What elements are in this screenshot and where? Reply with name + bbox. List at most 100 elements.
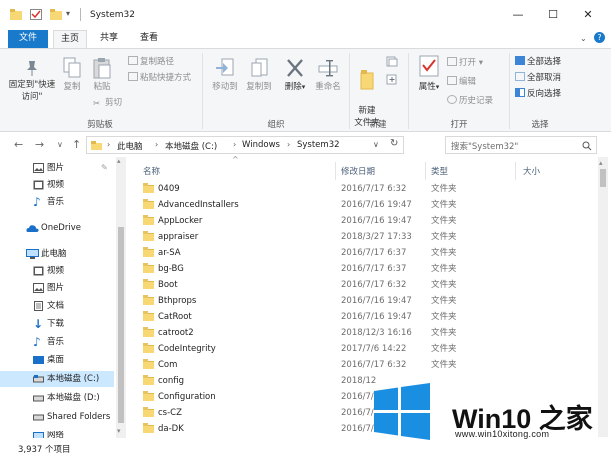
move-to-button[interactable]: 移动到 bbox=[208, 57, 242, 93]
easy-access-icon[interactable] bbox=[386, 74, 398, 85]
table-row[interactable]: catroot2 2018/12/3 16:16 文件夹 bbox=[137, 325, 597, 341]
copy-to-button[interactable]: 复制到 bbox=[242, 57, 276, 93]
table-row[interactable]: appraiser 2018/3/27 17:33 文件夹 bbox=[137, 229, 597, 245]
nav-pane-scrollbar[interactable]: ▴ ▾ bbox=[116, 157, 126, 438]
pin-icon[interactable]: ✎ bbox=[101, 160, 108, 176]
nav-item-music[interactable]: ♪ 音乐 bbox=[0, 194, 114, 210]
copy-button[interactable]: 复制 bbox=[58, 57, 86, 93]
breadcrumb-windows[interactable]: Windows bbox=[242, 140, 280, 150]
file-list-scroll-thumb[interactable] bbox=[600, 169, 606, 187]
scroll-up-icon[interactable]: ▴ bbox=[599, 159, 603, 167]
rename-button[interactable]: 重命名 bbox=[310, 57, 346, 93]
table-row[interactable]: Boot 2016/7/17 6:32 文件夹 bbox=[137, 277, 597, 293]
breadcrumb-separator-icon[interactable]: › bbox=[107, 140, 110, 149]
nav-item-shared-folders[interactable]: Shared Folders bbox=[0, 409, 114, 425]
nav-pane-scroll-thumb[interactable] bbox=[118, 227, 124, 423]
music-icon: ♪ bbox=[33, 195, 41, 209]
navigation-row: ← → ∨ ↑ › 此电脑 › 本地磁盘 (C:) › Windows › Sy… bbox=[0, 133, 611, 157]
forward-arrow-icon[interactable]: → bbox=[35, 138, 44, 151]
refresh-icon[interactable]: ↻ bbox=[390, 138, 398, 149]
history-button[interactable]: 历史记录 bbox=[447, 95, 493, 107]
scroll-down-icon[interactable]: ▾ bbox=[117, 427, 121, 435]
table-row[interactable]: bg-BG 2016/7/17 6:37 文件夹 bbox=[137, 261, 597, 277]
tab-share[interactable]: 共享 bbox=[92, 30, 126, 48]
collapse-ribbon-icon[interactable]: ⌄ bbox=[580, 34, 587, 43]
pin-quick-access-button[interactable]: 固定到"快速访问" bbox=[8, 59, 56, 103]
nav-item-videos[interactable]: 视频 bbox=[0, 177, 114, 193]
select-all-button[interactable]: 全部选择 bbox=[515, 56, 561, 68]
breadcrumb-separator-icon[interactable]: › bbox=[287, 140, 290, 149]
close-button[interactable]: ✕ bbox=[578, 6, 598, 24]
tab-home[interactable]: 主页 bbox=[53, 30, 87, 48]
breadcrumb-this-pc[interactable]: 此电脑 bbox=[117, 140, 143, 152]
nav-item-this-pc[interactable]: 此电脑 bbox=[0, 246, 114, 262]
downloads-icon: ↓ bbox=[33, 317, 44, 331]
new-folder-quick-icon[interactable] bbox=[50, 9, 62, 20]
breadcrumb-drive-c[interactable]: 本地磁盘 (C:) bbox=[165, 140, 217, 152]
back-arrow-icon[interactable]: ← bbox=[14, 138, 23, 151]
table-row[interactable]: AppLocker 2016/7/16 19:47 文件夹 bbox=[137, 213, 597, 229]
item-count: 3,937 个项目 bbox=[18, 445, 71, 455]
nav-item-desktop[interactable]: 桌面 bbox=[0, 352, 114, 368]
edit-button[interactable]: 编辑 bbox=[447, 76, 476, 88]
search-input[interactable]: 搜索"System32" bbox=[445, 136, 597, 154]
paste-button[interactable]: 粘贴 bbox=[88, 57, 116, 93]
nav-item-pictures[interactable]: 图片 bbox=[0, 280, 114, 296]
table-row[interactable]: CodeIntegrity 2017/7/6 14:22 文件夹 bbox=[137, 341, 597, 357]
navigation-pane: 图片 ✎ 视频 ♪ 音乐 OneDrive 此电脑 视频 图片 文档 ↓ 下载 ♪ 音乐… bbox=[0, 157, 127, 438]
divider[interactable] bbox=[425, 162, 426, 180]
search-icon[interactable] bbox=[582, 141, 592, 151]
column-size[interactable]: 大小 bbox=[523, 165, 540, 177]
properties-check-icon[interactable] bbox=[30, 9, 42, 20]
column-name[interactable]: 名称 bbox=[143, 165, 160, 177]
table-row[interactable]: Bthprops 2016/7/16 19:47 文件夹 bbox=[137, 293, 597, 309]
nav-item-drive-d[interactable]: 本地磁盘 (D:) bbox=[0, 390, 114, 406]
up-arrow-icon[interactable]: ↑ bbox=[72, 138, 81, 151]
tab-view[interactable]: 查看 bbox=[132, 30, 166, 48]
nav-item-onedrive[interactable]: OneDrive bbox=[0, 220, 114, 236]
tab-file[interactable]: 文件 bbox=[8, 30, 48, 48]
delete-label: 删除 bbox=[284, 82, 302, 92]
help-icon[interactable]: ? bbox=[594, 32, 605, 43]
table-row[interactable]: Com 2016/7/17 6:32 文件夹 bbox=[137, 357, 597, 373]
nav-item-downloads[interactable]: ↓ 下载 bbox=[0, 316, 114, 332]
column-type[interactable]: 类型 bbox=[431, 165, 448, 177]
copy-path-button[interactable]: 复制路径 bbox=[128, 56, 174, 68]
customize-quick-access-icon[interactable]: ▾ bbox=[66, 9, 70, 18]
divider[interactable] bbox=[515, 162, 516, 180]
nav-item-music[interactable]: ♪ 音乐 bbox=[0, 334, 114, 350]
nav-item-drive-c[interactable]: 本地磁盘 (C:) bbox=[0, 371, 114, 387]
minimize-button[interactable]: — bbox=[508, 6, 528, 24]
delete-dropdown-icon[interactable]: ▾ bbox=[302, 83, 306, 91]
nav-item-videos[interactable]: 视频 bbox=[0, 263, 114, 279]
scroll-up-icon[interactable]: ▴ bbox=[117, 157, 121, 165]
table-row[interactable]: CatRoot 2016/7/16 19:47 文件夹 bbox=[137, 309, 597, 325]
watermark-url: www.win10xitong.com bbox=[455, 429, 550, 439]
column-date-modified[interactable]: 修改日期 bbox=[341, 165, 375, 177]
invert-selection-button[interactable]: 反向选择 bbox=[515, 88, 561, 100]
new-item-icon[interactable] bbox=[386, 56, 398, 67]
delete-button[interactable]: 删除▾ bbox=[282, 57, 308, 93]
table-row[interactable]: ar-SA 2016/7/17 6:37 文件夹 bbox=[137, 245, 597, 261]
breadcrumb-separator-icon[interactable]: › bbox=[155, 140, 158, 149]
properties-dropdown-icon[interactable]: ▾ bbox=[436, 83, 440, 91]
open-button[interactable]: 打开 ▾ bbox=[447, 57, 483, 69]
divider[interactable] bbox=[335, 162, 336, 180]
paste-shortcut-button[interactable]: 粘贴快捷方式 bbox=[128, 72, 191, 84]
table-row[interactable]: AdvancedInstallers 2016/7/16 19:47 文件夹 bbox=[137, 197, 597, 213]
cut-button[interactable]: ✂ 剪切 bbox=[93, 98, 122, 109]
table-row[interactable]: 0409 2016/7/17 6:32 文件夹 bbox=[137, 181, 597, 197]
nav-item-pictures[interactable]: 图片 ✎ bbox=[0, 160, 114, 176]
breadcrumb-separator-icon[interactable]: › bbox=[233, 140, 236, 149]
select-none-icon bbox=[515, 72, 525, 81]
select-none-button[interactable]: 全部取消 bbox=[515, 72, 561, 84]
address-bar[interactable]: › 此电脑 › 本地磁盘 (C:) › Windows › System32 ∨… bbox=[86, 136, 404, 154]
recent-locations-icon[interactable]: ∨ bbox=[57, 140, 63, 149]
nav-item-network[interactable]: 网络 bbox=[0, 431, 114, 438]
maximize-button[interactable]: ☐ bbox=[543, 6, 563, 24]
breadcrumb-system32[interactable]: System32 bbox=[297, 140, 340, 150]
address-dropdown-icon[interactable]: ∨ bbox=[373, 140, 379, 149]
nav-item-documents[interactable]: 文档 bbox=[0, 298, 114, 314]
open-group-label: 打开 bbox=[450, 120, 468, 130]
properties-button[interactable]: 属性▾ bbox=[414, 55, 444, 93]
